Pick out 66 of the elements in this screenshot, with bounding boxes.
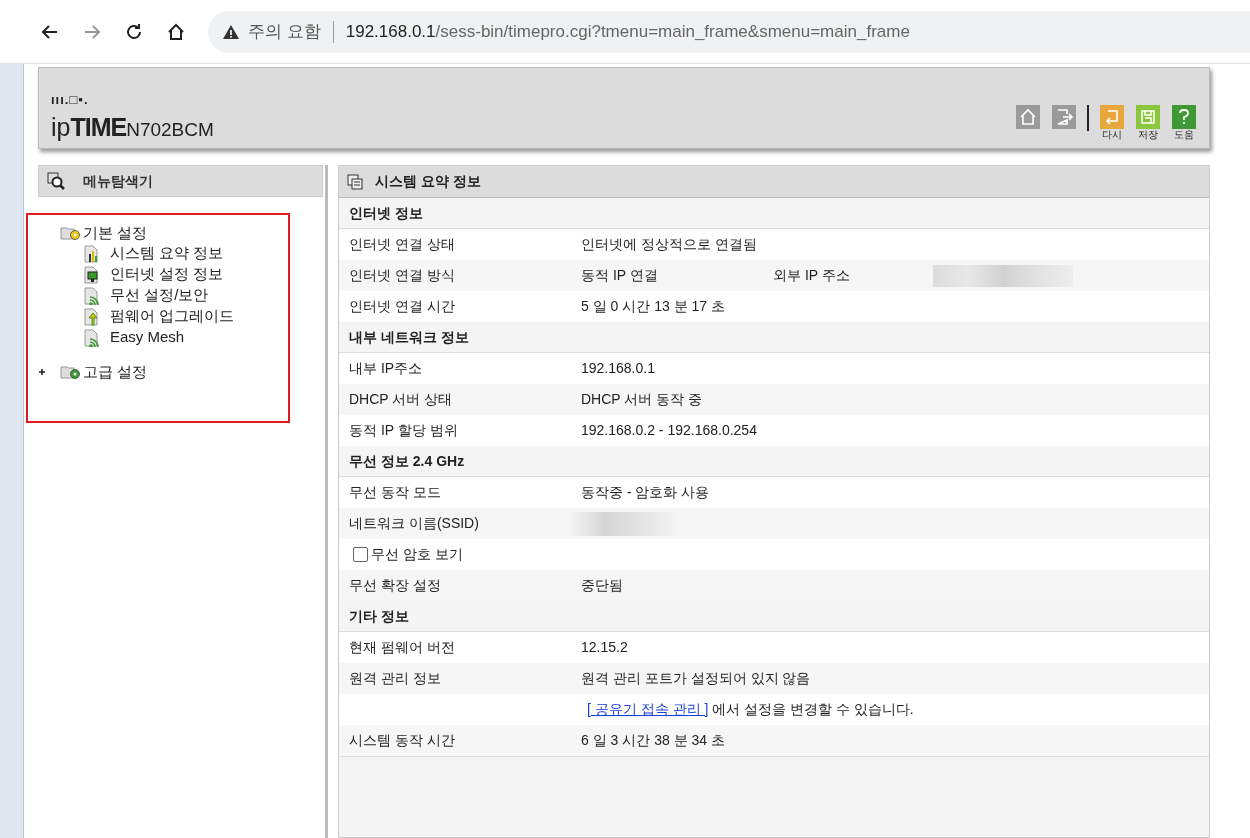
row-label: 인터넷 연결 시간 [349,297,456,316]
row-value: [ 공유기 접속 관리 ] 에서 설정을 변경할 수 있습니다. [587,700,914,719]
panel-title: 시스템 요약 정보 [375,172,481,191]
section-header: 내부 네트워크 정보 [339,322,1209,353]
floppy-icon[interactable] [1136,105,1160,129]
folder-gear-icon [60,225,82,241]
tree-item[interactable]: 무선 설정/보안 [110,284,209,307]
monitor-page-icon [84,265,100,284]
tree-item[interactable]: Easy Mesh [110,326,185,349]
row-label: 동적 IP 할당 범위 [349,421,459,440]
security-warning: 주의 요함 [248,20,321,43]
chart-page-icon [84,244,100,263]
reload-icon[interactable] [124,21,144,42]
folder-gear-icon [60,364,82,380]
row-label: 인터넷 연결 상태 [349,235,456,254]
row-value: 중단됨 [581,576,623,595]
help-icon[interactable] [1172,105,1196,129]
row-label: DHCP 서버 상태 [349,390,454,409]
plus-icon[interactable] [38,368,46,376]
section-header: 인터넷 정보 [339,198,1209,229]
row-value: 원격 관리 포트가 설정되어 있지 않음 [581,669,811,688]
exit-icon[interactable] [1052,105,1076,129]
checkbox-label: 무선 암호 보기 [371,545,463,564]
home-icon[interactable] [166,21,186,42]
row-value: 동적 IP 연결 [581,266,659,285]
row-value: 5 일 0 시간 13 분 17 초 [581,297,725,316]
row-value: 동작중 - 암호화 사용 [581,483,710,502]
row-value: 12.15.2 [581,638,628,657]
undo-icon[interactable] [1100,105,1124,129]
section-header: 기타 정보 [339,601,1209,632]
tool-label: 도움 [1174,130,1194,140]
row-label: 무선 동작 모드 [349,483,442,502]
row-value: 192.168.0.2 - 192.168.0.254 [581,421,757,440]
tree-item[interactable]: 시스템 요약 정보 [110,242,224,265]
tree-item[interactable]: 인터넷 설정 정보 [110,263,224,286]
row-value: 6 일 3 시간 38 분 34 초 [581,731,725,750]
tree-folder[interactable]: 고급 설정 [83,360,148,384]
panel-title: 메뉴탐색기 [83,171,153,191]
url-text: 192.168.0.1/sess-bin/timepro.cgi?tmenu=main_frame&smenu=main_frame [345,20,910,43]
brand-logo: ipTIMEN702BCM [51,115,214,140]
address-bar[interactable]: 주의 요함 192.168.0.1/sess-bin/timepro.cgi?tmenu=main_frame&smenu=main_frame [208,10,1250,53]
row-label: 외부 IP 주소 [773,266,851,285]
row-value: 192.168.0.1 [581,359,655,378]
row-value: DHCP 서버 동작 중 [581,390,703,409]
row-label: 무선 확장 설정 [349,576,442,595]
arrow-page-icon [84,307,100,326]
search-icon [47,172,65,190]
row-label: 인터넷 연결 방식 [349,266,456,285]
row-label: 네트워크 이름(SSID) [349,514,480,533]
row-label: 내부 IP주소 [349,359,424,378]
copy-icon [347,173,363,190]
tree-folder[interactable]: 기본 설정 [83,221,148,245]
row-label: 현재 펌웨어 버전 [349,638,456,657]
tool-label: 다시 [1102,130,1122,140]
signal-page-icon [84,286,100,305]
row-value: 인터넷에 정상적으로 연결됨 [581,235,757,254]
tree-item[interactable]: 펌웨어 업그레이드 [110,305,235,328]
row-label: 원격 관리 정보 [349,669,442,688]
warning-icon [222,23,240,40]
tool-label: 저장 [1138,130,1158,140]
signal-page-icon [84,328,100,347]
checkbox[interactable] [353,547,368,562]
logo-mark: ııı.□▪. [51,90,90,109]
settings-link[interactable]: [ 공유기 접속 관리 ] [587,701,709,717]
row-label: 시스템 동작 시간 [349,731,456,750]
section-header: 무선 정보 2.4 GHz [339,446,1209,477]
